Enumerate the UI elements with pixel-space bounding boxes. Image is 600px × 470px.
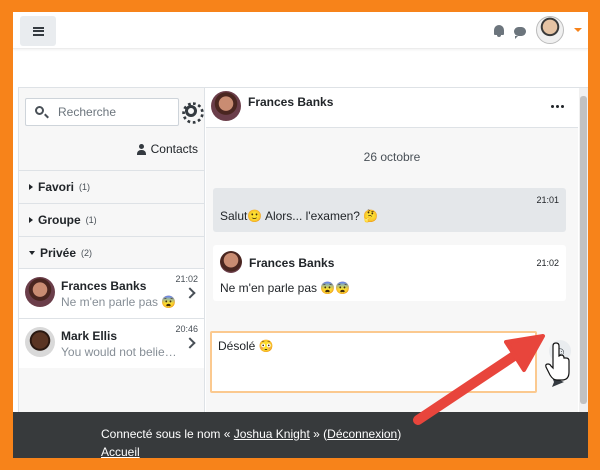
chat-header: Frances Banks: [206, 88, 578, 128]
conversation-preview: Ne m'en parle pas 😨: [61, 295, 177, 309]
caret-right-icon: [29, 217, 33, 223]
scrollbar[interactable]: [579, 88, 588, 413]
chevron-right-icon: [184, 337, 196, 349]
message-input[interactable]: Désolé 😳: [218, 339, 528, 385]
section-title: Privée: [40, 246, 77, 260]
conversation-name: Mark Ellis: [61, 329, 118, 343]
emoji-button[interactable]: ☺: [549, 340, 571, 362]
chat-contact-name[interactable]: Frances Banks: [248, 95, 333, 109]
message-sent: 21:01 Salut🙂 Alors... l'examen? 🤔: [213, 188, 566, 232]
conversation-preview: You would not believe it...: [61, 345, 181, 359]
date-separator: 26 octobre: [363, 150, 421, 164]
contacts-link[interactable]: Contacts: [136, 142, 198, 156]
hamburger-icon: [32, 26, 44, 36]
chat-bubble-icon[interactable]: [514, 26, 526, 39]
chevron-right-icon: [184, 287, 196, 299]
search-box[interactable]: [25, 98, 179, 126]
bell-icon[interactable]: [494, 25, 504, 37]
avatar[interactable]: [211, 91, 241, 121]
page-footer: Connecté sous le nom « Joshua Knight » (…: [13, 412, 588, 459]
message-received: Frances Banks 21:02 Ne m'en parle pas 😨😨: [213, 245, 566, 301]
avatar: [25, 277, 55, 307]
messaging-drawer: Contacts Favori (1) Groupe (1) Privée (2…: [18, 87, 588, 414]
conversation-panel: Contacts Favori (1) Groupe (1) Privée (2…: [19, 88, 205, 413]
login-middle: » (: [309, 427, 328, 441]
caret-down-icon[interactable]: [574, 28, 582, 32]
login-suffix: ): [397, 427, 402, 441]
section-count: (1): [85, 215, 97, 225]
top-navbar: [13, 12, 588, 49]
login-prefix: Connecté sous le nom «: [101, 427, 234, 441]
section-count: (2): [81, 248, 93, 258]
home-link-wrap: Accueil: [101, 445, 140, 459]
search-input[interactable]: [58, 103, 176, 121]
section-count: (1): [79, 182, 91, 192]
smiley-icon: ☺: [553, 343, 567, 359]
hamburger-menu-button[interactable]: [20, 16, 56, 46]
user-avatar[interactable]: [536, 16, 564, 44]
logout-link[interactable]: Déconnexion: [327, 427, 397, 441]
contacts-label: Contacts: [150, 142, 198, 156]
conversation-time: 20:46: [175, 324, 198, 334]
send-icon[interactable]: [551, 376, 565, 388]
message-time: 21:02: [536, 258, 559, 268]
section-favori[interactable]: Favori (1): [19, 170, 204, 203]
message-text: Salut🙂 Alors... l'examen? 🤔: [220, 209, 379, 223]
conversation-item-mark[interactable]: Mark Ellis 20:46 You would not believe i…: [19, 318, 204, 368]
message-text: Ne m'en parle pas 😨😨: [220, 281, 351, 295]
chat-panel: Frances Banks 26 octobre 21:01 Salut🙂 Al…: [206, 88, 578, 413]
section-privee[interactable]: Privée (2): [19, 236, 204, 269]
avatar: [25, 327, 55, 357]
user-profile-link[interactable]: Joshua Knight: [234, 427, 310, 441]
message-compose-box[interactable]: Désolé 😳: [210, 331, 537, 393]
message-sender: Frances Banks: [249, 256, 335, 270]
user-icon: [136, 143, 146, 155]
more-options-icon[interactable]: [551, 105, 564, 108]
login-info: Connecté sous le nom « Joshua Knight » (…: [101, 427, 401, 441]
conversation-name: Frances Banks: [61, 279, 147, 293]
section-groupe[interactable]: Groupe (1): [19, 203, 204, 236]
caret-down-icon: [29, 251, 35, 255]
page-frame: Contacts Favori (1) Groupe (1) Privée (2…: [13, 12, 588, 414]
conversation-item-frances[interactable]: Frances Banks 21:02 Ne m'en parle pas 😨: [19, 268, 204, 318]
gear-icon[interactable]: [185, 105, 197, 117]
section-title: Groupe: [38, 213, 81, 227]
scrollbar-thumb[interactable]: [580, 96, 587, 404]
navbar-icons: [494, 14, 582, 46]
conversation-time: 21:02: [175, 274, 198, 284]
caret-right-icon: [29, 184, 33, 190]
home-link[interactable]: Accueil: [101, 445, 140, 459]
message-time: 21:01: [536, 195, 559, 205]
search-icon: [35, 106, 44, 115]
avatar: [220, 251, 242, 273]
section-title: Favori: [38, 180, 75, 194]
